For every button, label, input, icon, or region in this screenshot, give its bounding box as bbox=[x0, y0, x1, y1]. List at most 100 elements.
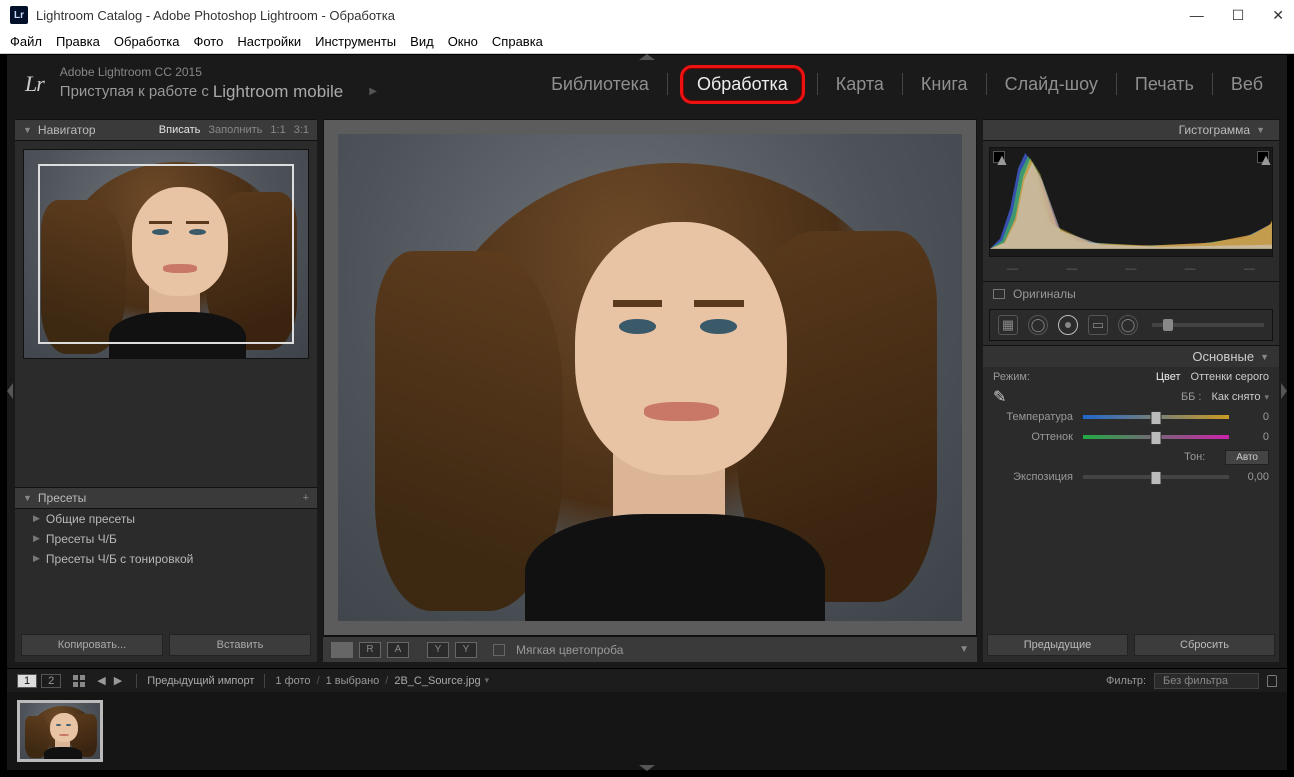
before-after-a-button[interactable]: A bbox=[387, 642, 409, 658]
menu-help[interactable]: Справка bbox=[492, 34, 543, 49]
previous-button[interactable]: Предыдущие bbox=[987, 634, 1128, 656]
selected-count: 1 выбрано bbox=[326, 675, 380, 687]
histogram-header[interactable]: Гистограмма ▼ bbox=[983, 119, 1279, 141]
menu-photo[interactable]: Фото bbox=[193, 34, 223, 49]
basic-header[interactable]: Основные▼ bbox=[983, 345, 1279, 367]
treatment-label: Режим: bbox=[993, 371, 1030, 383]
compare-y1-button[interactable]: Y bbox=[427, 642, 449, 658]
collapse-bottom-icon[interactable] bbox=[639, 765, 655, 771]
image-canvas[interactable] bbox=[323, 119, 977, 636]
collapse-top-icon[interactable] bbox=[639, 54, 655, 60]
close-button[interactable]: ✕ bbox=[1272, 7, 1284, 24]
preset-folder[interactable]: ▶Общие пресеты bbox=[15, 509, 317, 529]
spot-tool[interactable]: ◯ bbox=[1028, 315, 1048, 335]
filmstrip[interactable] bbox=[7, 692, 1287, 770]
menu-file[interactable]: Файл bbox=[10, 34, 42, 49]
wb-row: ✎ ББ : Как снято ▾ bbox=[983, 387, 1279, 407]
module-map[interactable]: Карта bbox=[830, 70, 890, 99]
center-panel: R A Y Y Мягкая цветопроба ▼ bbox=[323, 119, 977, 662]
redeye-tool[interactable] bbox=[1058, 315, 1078, 335]
secondary-display-button[interactable]: 2 bbox=[41, 674, 61, 688]
brush-size-slider[interactable] bbox=[1152, 323, 1264, 327]
module-book[interactable]: Книга bbox=[915, 70, 974, 99]
filmstrip-header: 1 2 ◀ ▶ Предыдущий импорт 1 фото / 1 выб… bbox=[7, 668, 1287, 692]
temperature-slider[interactable] bbox=[1083, 415, 1229, 419]
tint-label: Оттенок bbox=[993, 431, 1083, 443]
toolbar-dropdown-icon[interactable]: ▼ bbox=[959, 644, 969, 655]
grid-icon[interactable] bbox=[65, 675, 93, 687]
treatment-gray[interactable]: Оттенки серого bbox=[1191, 371, 1269, 383]
lightroom-logo: Lr bbox=[25, 71, 44, 97]
module-develop[interactable]: Обработка bbox=[680, 65, 805, 104]
presets-list: ▶Общие пресеты ▶Пресеты Ч/Б ▶Пресеты Ч/Б… bbox=[15, 509, 317, 629]
menu-settings[interactable]: Настройки bbox=[237, 34, 301, 49]
nav-prev-icon[interactable]: ◀ bbox=[97, 674, 105, 687]
grad-tool[interactable]: ▭ bbox=[1088, 315, 1108, 335]
loupe-view-button[interactable] bbox=[331, 642, 353, 658]
nav-next-icon[interactable]: ▶ bbox=[114, 674, 122, 687]
compare-y2-button[interactable]: Y bbox=[455, 642, 477, 658]
zoom-3to1[interactable]: 3:1 bbox=[294, 124, 309, 136]
presets-header[interactable]: ▼ Пресеты + bbox=[15, 487, 317, 509]
menu-window[interactable]: Окно bbox=[448, 34, 478, 49]
exposure-value[interactable]: 0,00 bbox=[1229, 471, 1269, 483]
collapse-left-icon[interactable] bbox=[7, 383, 13, 399]
filmstrip-thumb[interactable] bbox=[17, 700, 103, 762]
tint-slider[interactable] bbox=[1083, 435, 1229, 439]
filter-dropdown[interactable]: Без фильтра bbox=[1154, 673, 1259, 689]
module-slideshow[interactable]: Слайд-шоу bbox=[999, 70, 1104, 99]
tint-value[interactable]: 0 bbox=[1229, 431, 1269, 443]
softproof-checkbox[interactable] bbox=[493, 644, 505, 656]
photo-count: 1 фото bbox=[275, 675, 310, 687]
collapse-right-icon[interactable] bbox=[1281, 383, 1287, 399]
module-print[interactable]: Печать bbox=[1129, 70, 1200, 99]
exposure-slider[interactable] bbox=[1083, 475, 1229, 479]
temperature-label: Температура bbox=[993, 411, 1083, 423]
eyedropper-icon[interactable]: ✎ bbox=[993, 387, 1017, 407]
window-title: Lightroom Catalog - Adobe Photoshop Ligh… bbox=[36, 8, 395, 23]
menu-tools[interactable]: Инструменты bbox=[315, 34, 396, 49]
menu-develop[interactable]: Обработка bbox=[114, 34, 180, 49]
zoom-1to1[interactable]: 1:1 bbox=[270, 124, 285, 136]
source-label[interactable]: Предыдущий импорт bbox=[147, 675, 254, 687]
menu-view[interactable]: Вид bbox=[410, 34, 434, 49]
menu-edit[interactable]: Правка bbox=[56, 34, 100, 49]
preset-folder[interactable]: ▶Пресеты Ч/Б с тонировкой bbox=[15, 549, 317, 569]
navigator-header[interactable]: ▼ Навигатор Вписать Заполнить 1:1 3:1 bbox=[15, 119, 317, 141]
primary-display-button[interactable]: 1 bbox=[17, 674, 37, 688]
zoom-fit[interactable]: Вписать bbox=[159, 124, 201, 136]
filter-lock-icon[interactable] bbox=[1267, 675, 1277, 687]
treatment-row: Режим: Цвет Оттенки серого bbox=[983, 367, 1279, 387]
temperature-value[interactable]: 0 bbox=[1229, 411, 1269, 423]
module-library[interactable]: Библиотека bbox=[545, 70, 655, 99]
histogram[interactable]: ▲ ▲ bbox=[989, 147, 1273, 257]
chevron-down-icon: ▼ bbox=[23, 493, 32, 503]
histogram-title: Гистограмма bbox=[1179, 123, 1250, 137]
zoom-fill[interactable]: Заполнить bbox=[208, 124, 262, 136]
filter-label: Фильтр: bbox=[1106, 675, 1146, 687]
treatment-color[interactable]: Цвет bbox=[1156, 371, 1181, 383]
module-picker: Библиотека Обработка Карта Книга Слайд-ш… bbox=[545, 65, 1269, 104]
filename: 2B_C_Source.jpg bbox=[394, 675, 480, 687]
radial-tool[interactable]: ◯ bbox=[1118, 315, 1138, 335]
preset-folder[interactable]: ▶Пресеты Ч/Б bbox=[15, 529, 317, 549]
originals-row[interactable]: Оригиналы bbox=[983, 281, 1279, 305]
chevron-down-icon: ▼ bbox=[23, 125, 32, 135]
play-icon[interactable]: ▶ bbox=[369, 85, 377, 98]
auto-tone-button[interactable]: Авто bbox=[1225, 450, 1269, 465]
paste-button[interactable]: Вставить bbox=[169, 634, 311, 656]
wb-dropdown[interactable]: Как снято bbox=[1212, 391, 1261, 403]
brand-mobile-text: Приступая к работе с bbox=[60, 82, 209, 102]
copy-button[interactable]: Копировать... bbox=[21, 634, 163, 656]
crop-tool[interactable]: ▦ bbox=[998, 315, 1018, 335]
identity-bar: Lr Adobe Lightroom CC 2015 Приступая к р… bbox=[7, 55, 1287, 113]
navigator-frame[interactable] bbox=[38, 164, 294, 344]
minimize-button[interactable]: — bbox=[1190, 7, 1204, 24]
add-preset-button[interactable]: + bbox=[303, 492, 309, 504]
navigator-title: Навигатор bbox=[38, 123, 96, 137]
navigator-preview[interactable] bbox=[23, 149, 309, 359]
maximize-button[interactable]: ☐ bbox=[1232, 7, 1245, 24]
reset-button[interactable]: Сбросить bbox=[1134, 634, 1275, 656]
module-web[interactable]: Веб bbox=[1225, 70, 1269, 99]
before-after-r-button[interactable]: R bbox=[359, 642, 381, 658]
